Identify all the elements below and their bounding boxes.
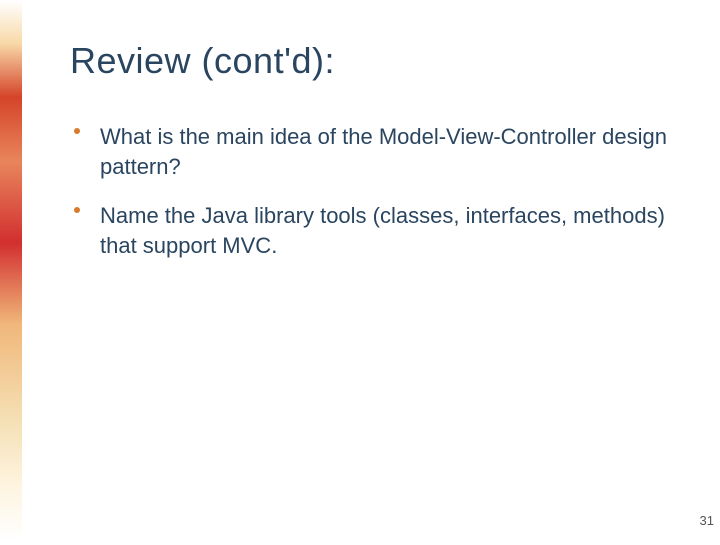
page-number: 31 (700, 513, 714, 528)
decorative-side-stripe (0, 0, 22, 540)
bullet-list: What is the main idea of the Model-View-… (70, 122, 670, 261)
bullet-icon (74, 207, 80, 213)
list-item: Name the Java library tools (classes, in… (70, 201, 670, 260)
slide-content: Review (cont'd): What is the main idea o… (70, 40, 670, 281)
bullet-icon (74, 128, 80, 134)
slide-title: Review (cont'd): (70, 40, 670, 82)
bullet-text: What is the main idea of the Model-View-… (100, 124, 667, 179)
bullet-text: Name the Java library tools (classes, in… (100, 203, 665, 258)
list-item: What is the main idea of the Model-View-… (70, 122, 670, 181)
